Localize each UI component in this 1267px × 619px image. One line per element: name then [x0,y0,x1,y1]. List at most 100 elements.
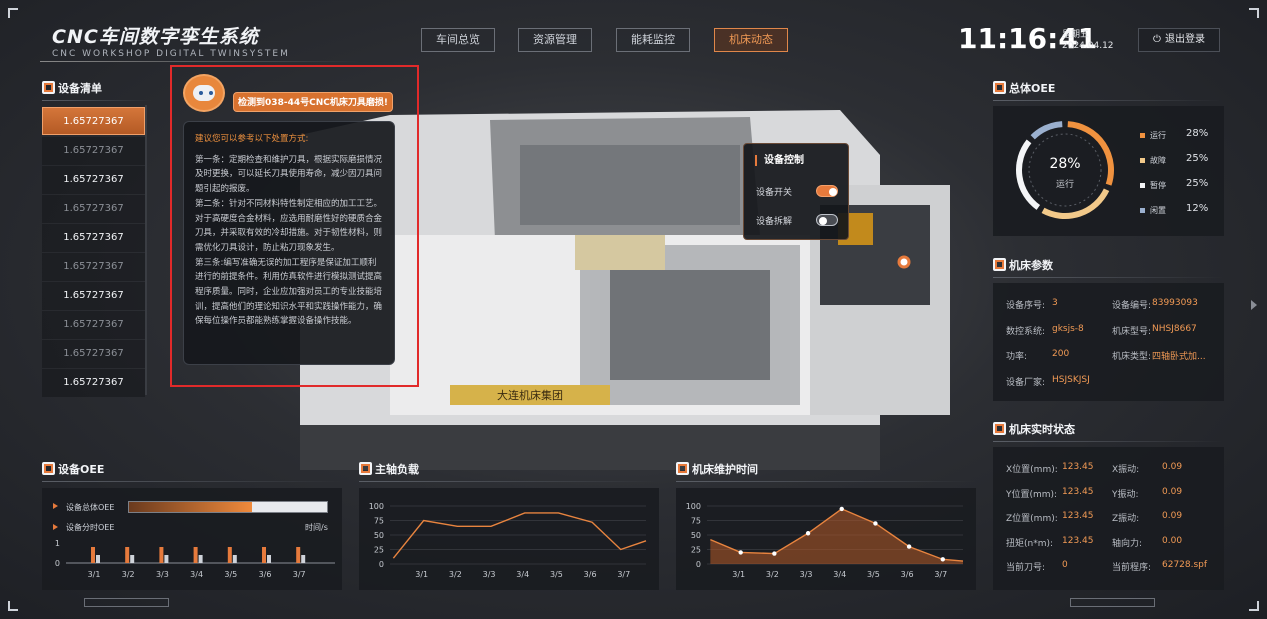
section-divider [42,481,342,482]
oee-legend-label: 闲置 [1150,206,1166,215]
oee-legend-item: 闲置 12% [1140,203,1220,217]
param-value: 123.45 [1062,535,1094,546]
x-tick: 3/7 [617,570,630,579]
tab-workshop-overview[interactable]: 车间总览 [421,28,495,52]
param-key: 当前程序: [1112,563,1152,573]
x-tick: 3/1 [415,570,428,579]
x-tick: 3/2 [766,570,779,579]
param-key: 设备编号: [1112,301,1152,311]
oee-legend-label: 暂停 [1150,181,1166,190]
oee-legend-value: 25% [1186,153,1209,164]
oee-x-tick: 3/1 [88,570,101,579]
x-tick: 3/1 [732,570,745,579]
frame-corner [1249,601,1259,611]
legend-total-oee: 设备总体OEE [66,503,115,512]
device-control-panel: 设备控制 设备开关 设备拆解 [743,143,849,240]
oee-y-tick: 1 [55,539,60,548]
param-key: 设备序号: [1006,301,1046,311]
legend-swatch [1140,183,1145,188]
section-divider [993,441,1223,442]
section-divider [676,481,976,482]
total-oee-progress-fill [129,502,252,512]
device-switch-toggle[interactable] [816,185,838,197]
oee-unit-label: 时间/s [305,523,328,532]
param-key: 当前刀号: [1006,563,1046,573]
device-item[interactable]: 1.65727367 [42,137,145,165]
donut-slice [1016,139,1041,210]
legend-swatch [1140,133,1145,138]
y-tick: 100 [686,502,701,511]
tab-energy-monitor[interactable]: 能耗监控 [616,28,690,52]
param-value: 0 [1062,560,1068,570]
tab-resource-management[interactable]: 资源管理 [518,28,592,52]
param-key: 功率: [1006,352,1028,362]
device-item[interactable]: 1.65727367 [42,107,145,135]
tab-machine-dynamics[interactable]: 机床动态 [714,28,788,52]
data-point [940,557,945,562]
oee-legend-item: 运行 28% [1140,128,1220,142]
total-oee-progress [128,501,328,513]
param-value: 3 [1052,298,1058,308]
device-list-scrollbar[interactable] [145,105,147,395]
dashboard: CNC车间数字孪生系统 CNC WORKSHOP DIGITAL TWINSYS… [0,0,1267,619]
section-divider [993,100,1223,101]
device-item[interactable]: 1.65727367 [42,340,145,368]
oee-bar [91,547,95,563]
param-key: 轴向力: [1112,538,1143,549]
side-arrow-icon[interactable] [1251,300,1257,310]
legend-arrow-icon [53,524,58,530]
param-value: 123.45 [1062,511,1094,521]
device-item[interactable]: 1.65727367 [42,282,145,310]
param-value: 0.09 [1162,462,1183,472]
data-point [839,506,844,512]
device-item[interactable]: 1.65727367 [42,166,145,194]
param-value: 123.45 [1062,462,1094,472]
y-tick: 75 [691,517,701,526]
power-icon: ⏻ [1153,34,1161,45]
param-key: X振动: [1112,465,1140,475]
param-value: HSJSKJSJ [1052,374,1090,385]
legend-arrow-icon [53,503,58,509]
y-tick: 100 [369,502,384,511]
data-point [772,551,777,556]
weekday: 星期五 [1062,30,1090,40]
donut-slice [1041,188,1110,219]
app-subtitle: CNC WORKSHOP DIGITAL TWINSYSTEM [52,49,290,59]
oee-legend-item: 故障 25% [1140,153,1220,167]
frame-corner [8,601,18,611]
logout-button[interactable]: ⏻ 退出登录 [1138,28,1220,52]
device-item[interactable]: 1.65727367 [42,253,145,281]
param-value: 0.00 [1162,535,1183,546]
date: 2024.04.12 [1062,41,1114,51]
device-disassemble-label: 设备拆解 [756,217,793,227]
y-tick: 50 [691,531,701,540]
x-tick: 3/3 [483,570,496,579]
x-tick: 3/3 [800,570,813,579]
oee-bar-secondary [301,555,306,563]
footer-deco [84,598,169,607]
device-item[interactable]: 1.65727367 [42,369,145,397]
oee-bar-secondary [96,555,100,563]
spindle-load-line-chart: 0 25 50 75 100 3/1 3/2 3/3 3/4 3/5 3/6 3/7 [369,502,647,579]
realtime-status-title: 机床实时状态 [993,421,1075,437]
param-key: Y位置(mm): [1006,489,1058,500]
oee-bar [159,547,164,563]
oee-y-tick: 0 [55,559,60,568]
device-item[interactable]: 1.65727367 [42,195,145,223]
machine-params-title: 机床参数 [993,257,1053,273]
device-switch-label: 设备开关 [756,188,793,198]
oee-legend-value: 25% [1186,178,1209,189]
param-key: X位置(mm): [1006,465,1058,475]
oee-legend-label: 故障 [1150,156,1166,165]
frame-corner [1249,8,1259,18]
x-tick: 3/2 [449,570,462,579]
donut-slice [1067,121,1114,186]
device-item[interactable]: 1.65727367 [42,311,145,339]
oee-bar [227,547,232,563]
maintenance-time-area-chart: 0 25 50 75 100 3/1 3/2 3/3 3/4 3/5 3/6 3/7 [686,502,964,579]
device-disassemble-toggle[interactable] [816,214,838,226]
param-value: 四轴卧式加... [1152,352,1206,362]
machine-brand-label: 大连机床集团 [497,388,563,402]
device-item[interactable]: 1.65727367 [42,224,145,252]
param-value: 123.45 [1062,486,1094,497]
